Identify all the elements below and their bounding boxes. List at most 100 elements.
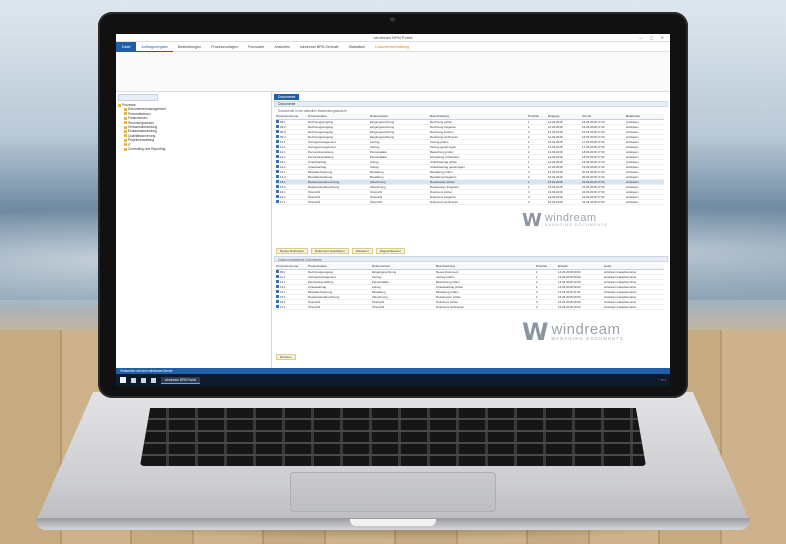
- cell-text: Bestellung: [372, 289, 386, 294]
- taskbar-app-button[interactable]: windream BPM Portal: [161, 376, 200, 384]
- cell-text: 15.2: [280, 184, 286, 189]
- cell-text: 15.03.2018: [548, 179, 563, 184]
- recent-grid: Prozessnummer Prozessname Dokumentart Besch…: [276, 264, 664, 310]
- explorer-icon[interactable]: [151, 377, 156, 383]
- cell-text: Übersicht: [370, 189, 383, 194]
- cell-text: windream: [626, 164, 639, 169]
- cell-text: 13.1: [280, 284, 286, 289]
- cell-text: 18.03.2018 17:00: [582, 154, 605, 159]
- toolbar-button[interactable]: Ablehnen: [351, 248, 373, 254]
- folder-icon: [124, 125, 127, 129]
- ribbon-tab[interactable]: Datei: [116, 41, 137, 52]
- cell-text: 13.03.2018: [548, 149, 563, 154]
- cell-text: 1: [536, 294, 538, 299]
- cell-text: 15.1: [280, 294, 286, 299]
- cell-text: windream Hauptbenutzer: [604, 269, 637, 274]
- cell-text: 1: [528, 139, 530, 144]
- tree-item-label: Verkaufsabwicklung: [128, 124, 158, 129]
- table-cell: 16.03.2018: [548, 199, 582, 205]
- app-title: windream BPM Portal: [373, 35, 413, 40]
- tree-search-input[interactable]: [118, 94, 158, 101]
- cell-text: windream: [626, 169, 639, 174]
- cell-text: 21.03.2018 17:00: [582, 179, 605, 184]
- cell-text: 09.1: [280, 269, 286, 274]
- table-cell: 3: [528, 199, 548, 205]
- cell-text: Eingangsrechnung: [372, 269, 397, 274]
- cell-text: 11.1: [280, 274, 286, 279]
- window-controls[interactable]: — ▢ ✕: [639, 35, 667, 40]
- cell-text: 3: [528, 189, 530, 194]
- cell-text: Urlaubsantrag prüfen: [436, 284, 464, 289]
- cell-text: Urlaubsantrag prüfen: [430, 159, 458, 164]
- document-icon: [276, 160, 279, 163]
- cell-text: Personalakte: [370, 149, 387, 154]
- document-icon: [276, 190, 279, 193]
- ribbon-tab[interactable]: Bearbeitungen: [173, 42, 206, 52]
- cell-text: 3: [528, 199, 530, 204]
- watermark-tagline: MANAGING DOCUMENTS: [544, 223, 608, 228]
- ribbon-tab[interactable]: Dokumentverwaltung: [370, 42, 414, 52]
- cell-text: 1: [528, 184, 530, 189]
- table-cell: Übersicht: [308, 199, 370, 205]
- cell-text: Übersicht: [308, 299, 321, 304]
- process-tree: Prozesse Dokumentenmanagement Personalwes…: [116, 92, 272, 368]
- table-row[interactable]: 17.1 Übersicht Übersicht Dokument archivier…: [276, 199, 664, 205]
- cell-text: windream: [626, 139, 639, 144]
- windows-start-icon[interactable]: [120, 377, 126, 383]
- toolbar-button[interactable]: Abgeschlossen: [375, 248, 405, 254]
- document-icon: [276, 175, 279, 178]
- cell-text: Personalakte: [372, 279, 389, 284]
- document-pane: Dokumente Dokumente Dokumente in der akt…: [272, 92, 670, 368]
- cell-text: 15.03.2018 09:00: [558, 294, 581, 299]
- search-icon[interactable]: [131, 377, 136, 383]
- cell-text: 17.03.2018 17:00: [582, 144, 605, 149]
- system-tray[interactable]: ⌃ ▭ ♪: [657, 378, 666, 382]
- cell-text: windream: [626, 129, 639, 134]
- cell-text: Reisekostenabrechnung: [308, 179, 340, 184]
- ribbon-tab[interactable]: Prozessvorlagen: [206, 42, 243, 52]
- table-row[interactable]: 17.1 Übersicht Übersicht Dokument archivier…: [276, 304, 664, 310]
- cell-text: Übersicht: [308, 199, 321, 204]
- app-titlebar: windream BPM Portal — ▢ ✕: [116, 34, 670, 42]
- ribbon-tab[interactable]: Statistiken: [344, 42, 371, 52]
- ribbon-tab[interactable]: Auftragsvergabe: [136, 42, 173, 52]
- tree-item-label: Controlling und Reporting: [128, 146, 166, 151]
- toolbar-button[interactable]: Dokument bearbeiten: [310, 248, 349, 254]
- cell-text: Vertragsmanagement: [308, 144, 336, 149]
- folder-icon: [124, 112, 127, 116]
- cell-text: windream: [626, 149, 639, 154]
- ribbon-tab[interactable]: Formulare: [243, 42, 269, 52]
- ribbon-tab[interactable]: windream BPM Zentrale: [295, 42, 344, 52]
- section-header-recent: [274, 256, 668, 262]
- cell-text: windream Hauptbenutzer: [604, 289, 637, 294]
- ribbon-tab[interactable]: Ansichten: [269, 42, 295, 52]
- tab-documents[interactable]: Dokumente: [274, 94, 300, 100]
- cell-text: 3: [536, 299, 538, 304]
- cell-text: 1: [528, 124, 530, 129]
- cell-text: 21.03.2018 17:00: [582, 184, 605, 189]
- document-icon: [276, 180, 279, 183]
- document-icon: [276, 145, 279, 148]
- cell-text: Vertrag: [372, 274, 382, 279]
- document-icon: [276, 295, 279, 298]
- document-icon: [276, 285, 279, 288]
- document-icon: [276, 155, 279, 158]
- cell-text: 16.03.2018: [548, 189, 563, 194]
- cell-text: 1: [536, 269, 538, 274]
- cell-text: 22.03.2018 17:00: [582, 189, 605, 194]
- tree-item[interactable]: Controlling und Reporting: [118, 147, 269, 151]
- cell-text: 16.1: [280, 189, 286, 194]
- cell-text: 15.03.2018 17:00: [582, 124, 605, 129]
- cell-text: Personalverwaltung: [308, 279, 334, 284]
- document-icon: [276, 185, 279, 188]
- cell-text: Dokument freigeben: [430, 194, 457, 199]
- task-view-icon[interactable]: [141, 377, 146, 383]
- cell-text: 1: [536, 274, 538, 279]
- cell-text: 09.3: [280, 129, 286, 134]
- cell-text: 17.03.2018 17:00: [582, 139, 605, 144]
- print-button[interactable]: Drucken: [276, 354, 296, 360]
- toolbar-button[interactable]: Neues Dokument: [276, 248, 308, 254]
- cell-text: 12.03.2018 09:00: [558, 269, 581, 274]
- document-icon: [276, 300, 279, 303]
- workspace: Prozesse Dokumentenmanagement Personalwes…: [116, 92, 670, 368]
